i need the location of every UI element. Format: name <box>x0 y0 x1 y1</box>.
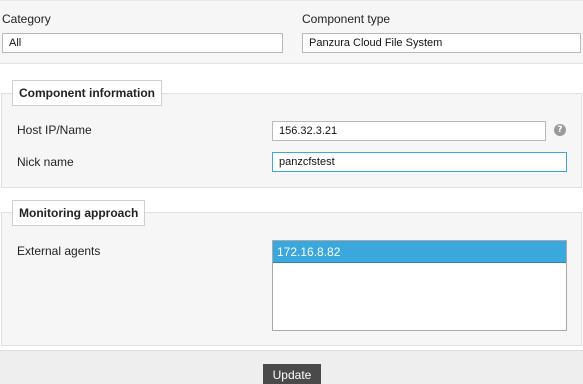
nick-name-label: Nick name <box>17 155 74 169</box>
category-label: Category <box>2 12 51 26</box>
external-agents-label: External agents <box>17 244 101 258</box>
external-agents-listbox[interactable]: 172.16.8.82 <box>272 240 567 331</box>
add-component-form: Category All Component type Panzura Clou… <box>0 0 583 384</box>
list-item[interactable]: 172.16.8.82 <box>273 241 566 263</box>
component-type-select[interactable]: Panzura Cloud File System <box>302 33 581 53</box>
update-button[interactable]: Update <box>263 364 321 384</box>
monitoring-approach-legend: Monitoring approach <box>12 200 146 226</box>
category-select[interactable]: All <box>2 33 283 53</box>
host-input[interactable]: 156.32.3.21 <box>272 121 546 141</box>
component-information-legend: Component information <box>12 80 162 106</box>
component-type-label: Component type <box>302 12 391 26</box>
host-label: Host IP/Name <box>17 123 92 137</box>
help-icon[interactable]: ? <box>554 124 566 136</box>
category-panel: Category All Component type Panzura Clou… <box>0 0 583 64</box>
nick-name-input[interactable]: panzcfstest <box>272 152 567 172</box>
action-bar: Update <box>0 350 583 384</box>
